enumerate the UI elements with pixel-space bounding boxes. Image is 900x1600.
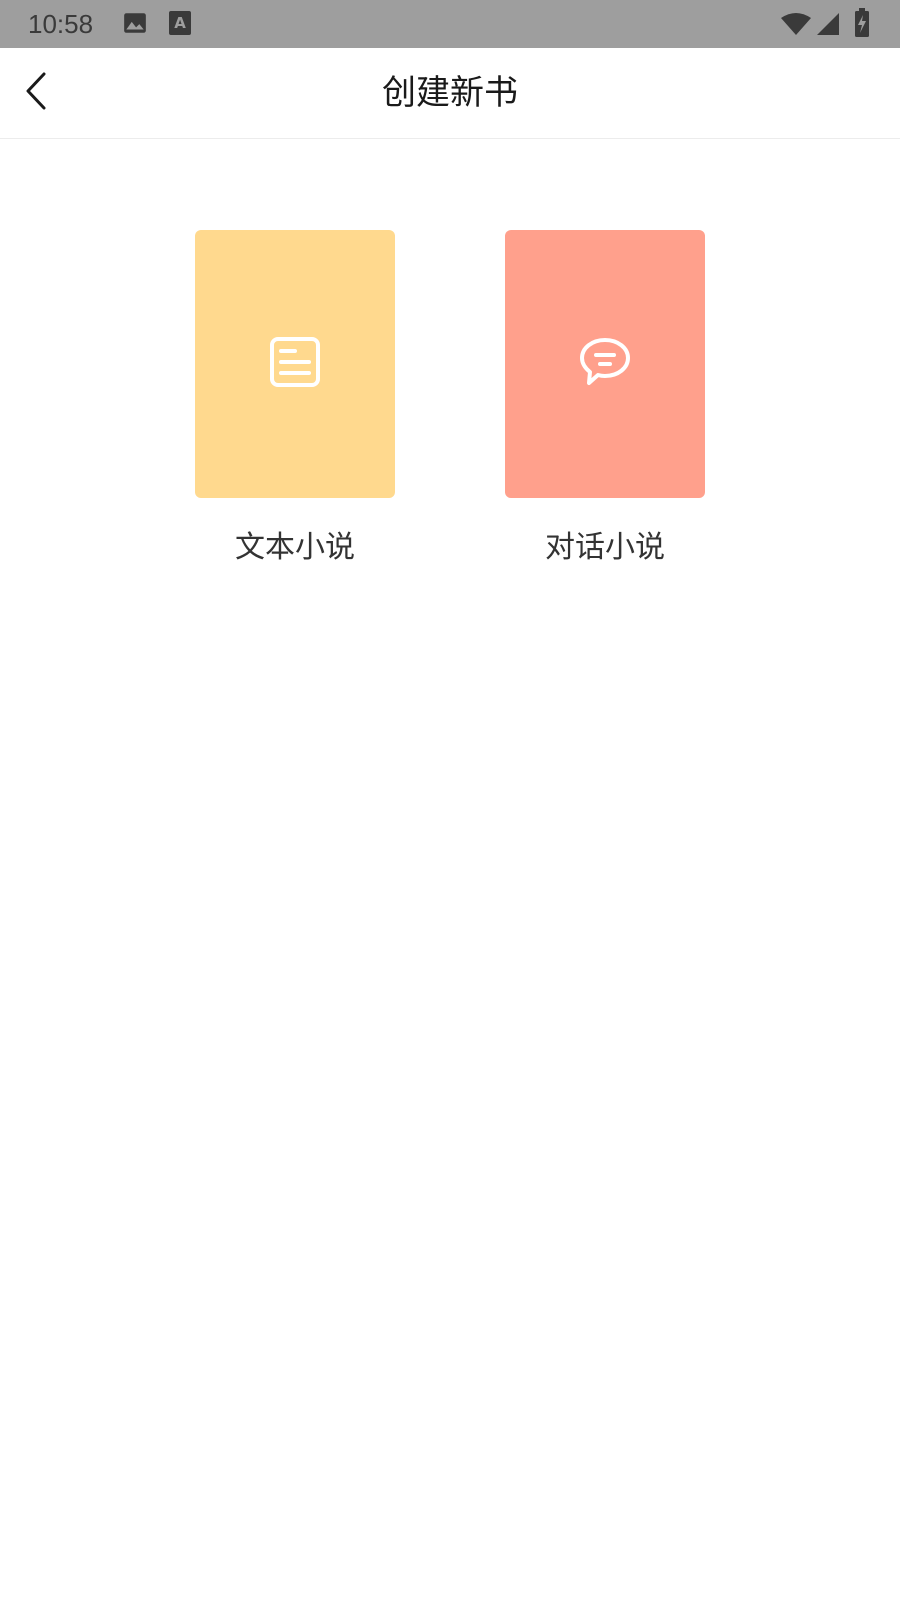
signal-icon [816,12,840,40]
status-bar: 10:58 A [0,0,900,48]
back-button[interactable] [8,64,66,122]
svg-text:A: A [174,14,186,32]
dialogue-novel-option[interactable]: 对话小说 [505,230,705,568]
text-novel-card[interactable] [195,230,395,498]
image-icon [122,10,148,40]
chevron-left-icon [22,71,52,115]
font-a-icon: A [168,10,192,40]
chat-bubble-icon [578,335,632,393]
document-lines-icon [269,336,321,392]
dialogue-novel-card[interactable] [505,230,705,498]
status-time: 10:58 [28,9,94,39]
wifi-icon [780,12,812,40]
dialogue-novel-label: 对话小说 [545,530,665,565]
page-title: 创建新书 [382,73,518,113]
text-novel-label: 文本小说 [235,530,355,565]
battery-charging-icon [854,8,870,42]
text-novel-option[interactable]: 文本小说 [195,230,395,568]
app-bar: 创建新书 [0,48,900,139]
